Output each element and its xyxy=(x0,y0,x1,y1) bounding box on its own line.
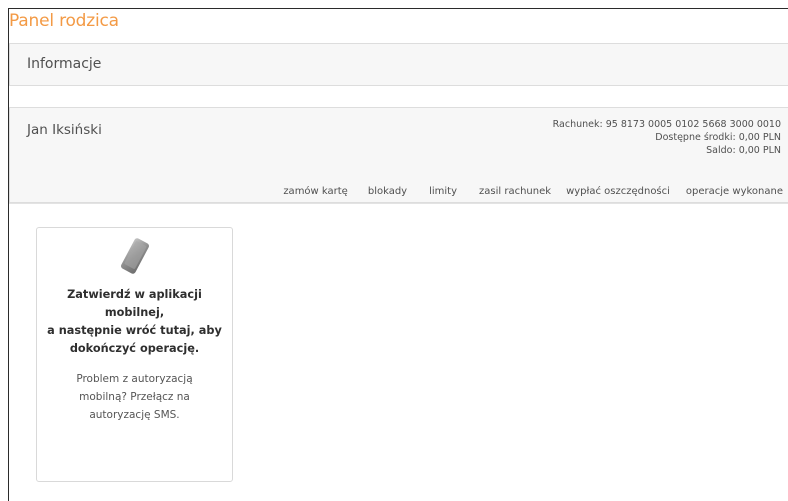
mobile-phone-icon xyxy=(121,238,149,274)
account-actions: zamów kartę blokady limity zasil rachune… xyxy=(283,186,783,197)
available-funds: Dostępne środki: 0,00 PLN xyxy=(655,132,781,143)
switch-to-sms-line: Problem z autoryzacją xyxy=(76,373,193,385)
switch-to-sms-link[interactable]: Problem z autoryzacją mobilną? Przełącz … xyxy=(53,370,216,424)
limits-link[interactable]: limity xyxy=(429,186,457,197)
page-title: Panel rodzica xyxy=(9,11,119,31)
account-balance: Saldo: 0,00 PLN xyxy=(706,145,781,156)
order-card-link[interactable]: zamów kartę xyxy=(283,186,348,197)
blocks-link[interactable]: blokady xyxy=(368,186,407,197)
switch-to-sms-line: autoryzację SMS. xyxy=(89,409,180,421)
auth-instruction-line: Zatwierdź w aplikacji xyxy=(67,288,202,301)
auth-instruction-line: mobilnej, xyxy=(104,306,165,319)
account-number: Rachunek: 95 8173 0005 0102 5668 3000 00… xyxy=(552,119,781,130)
account-owner-name: Jan Iksiński xyxy=(27,122,102,138)
info-panel-title: Informacje xyxy=(27,56,102,72)
mobile-authorization-card: Zatwierdź w aplikacji mobilnej, a następ… xyxy=(36,227,233,482)
withdraw-savings-link[interactable]: wypłać oszczędności xyxy=(566,186,670,197)
auth-instruction-line: a następnie wróć tutaj, aby xyxy=(47,324,222,337)
info-panel: Informacje xyxy=(9,43,788,86)
switch-to-sms-line: mobilną? Przełącz na xyxy=(79,391,190,403)
top-up-account-link[interactable]: zasil rachunek xyxy=(479,186,551,197)
section-divider xyxy=(9,203,788,204)
auth-instruction: Zatwierdź w aplikacji mobilnej, a następ… xyxy=(37,286,232,358)
auth-instruction-line: dokończyć operację. xyxy=(69,342,200,355)
completed-operations-link[interactable]: operacje wykonane xyxy=(686,186,783,197)
account-panel: Jan Iksiński Rachunek: 95 8173 0005 0102… xyxy=(9,107,788,203)
account-summary: Rachunek: 95 8173 0005 0102 5668 3000 00… xyxy=(553,118,781,157)
